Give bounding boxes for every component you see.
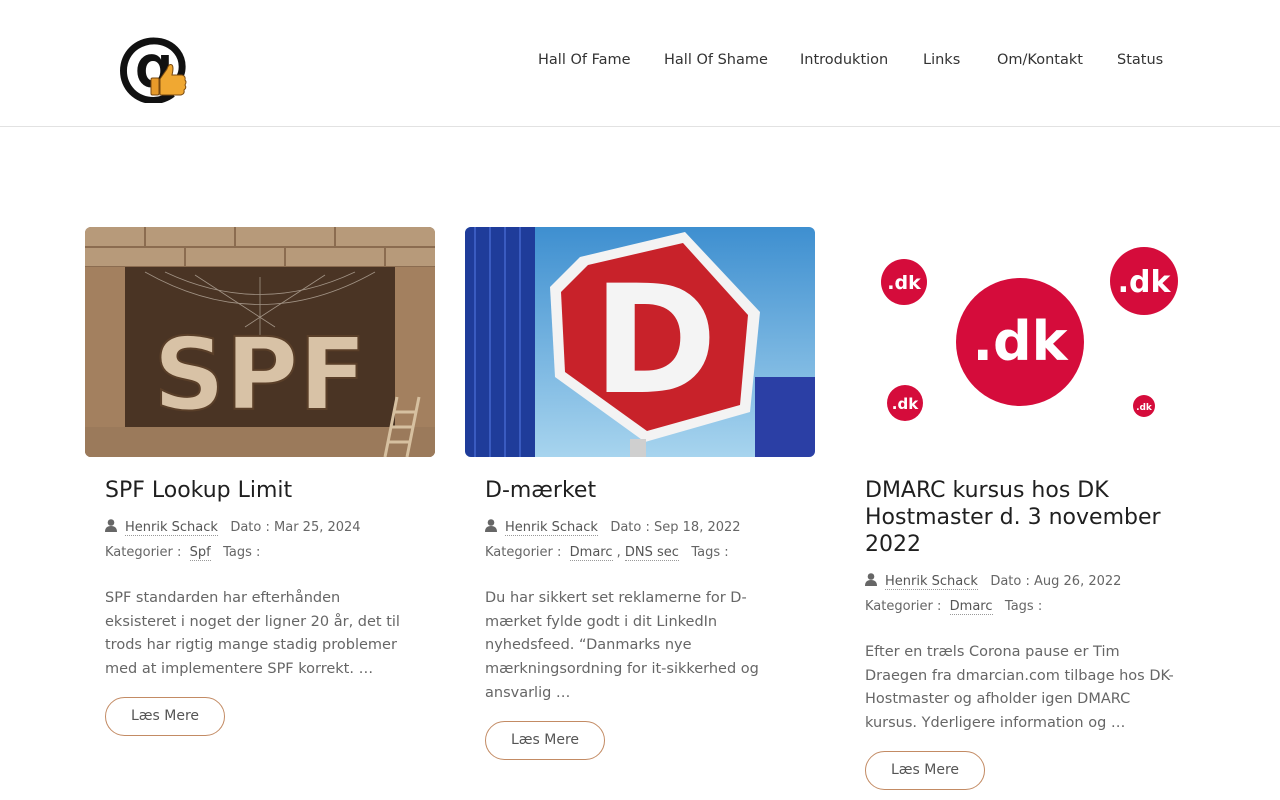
dk-logo-text: .dk: [892, 395, 919, 413]
dk-logo-text: .dk: [1136, 403, 1153, 413]
post-title[interactable]: SPF Lookup Limit: [105, 477, 415, 504]
categories-label: Kategorier :: [485, 545, 562, 560]
categories-label: Kategorier :: [105, 545, 182, 560]
read-more-button[interactable]: Læs Mere: [105, 696, 226, 736]
post-card: D D-mærket Henrik Schack Dato : Sep 18, …: [465, 227, 815, 760]
post-title[interactable]: DMARC kursus hos DK Hostmaster d. 3 nove…: [865, 477, 1175, 558]
read-more-button[interactable]: Læs Mere: [865, 750, 986, 790]
thumbnail-spf-text: SPF: [153, 316, 367, 433]
nav-links[interactable]: Links: [923, 52, 960, 68]
post-card: SPF SPF Lookup Limit Henrik Schack Dato …: [85, 227, 435, 736]
tags-label: Tags :: [691, 545, 729, 560]
nav-hall-of-shame[interactable]: Hall Of Shame: [664, 52, 768, 68]
category-link[interactable]: Dmarc: [949, 599, 993, 615]
date-label: Dato :: [230, 520, 270, 535]
post-date: Sep 18, 2022: [654, 520, 741, 535]
user-icon: [865, 571, 877, 595]
thumbnail-d-text: D: [593, 254, 718, 428]
post-title[interactable]: D-mærket: [485, 477, 795, 504]
post-excerpt: SPF standarden har efterhånden eksistere…: [105, 590, 400, 678]
post-thumbnail-dk-hostmaster[interactable]: .dk .dk .dk .dk .dk: [845, 227, 1195, 457]
categories-label: Kategorier :: [865, 599, 942, 614]
post-date: Mar 25, 2024: [274, 520, 361, 535]
date-label: Dato :: [990, 574, 1030, 589]
post-thumbnail-spf[interactable]: SPF: [85, 227, 435, 457]
date-label: Dato :: [610, 520, 650, 535]
post-excerpt: Du har sikkert set reklamerne for D-mærk…: [485, 590, 759, 701]
dk-logo-text: .dk: [1118, 265, 1172, 300]
nav-introduktion[interactable]: Introduktion: [800, 52, 888, 68]
category-link[interactable]: DNS sec: [624, 545, 679, 561]
main-nav: Hall Of Fame Hall Of Shame Introduktion …: [0, 52, 1280, 74]
user-icon: [485, 517, 497, 541]
read-more-button[interactable]: Læs Mere: [485, 720, 606, 760]
post-author-link[interactable]: Henrik Schack: [885, 574, 978, 590]
tags-label: Tags :: [223, 545, 261, 560]
nav-om-kontakt[interactable]: Om/Kontakt: [997, 52, 1083, 68]
category-link[interactable]: Dmarc: [569, 545, 613, 561]
post-excerpt: Efter en træls Corona pause er Tim Draeg…: [865, 644, 1174, 732]
category-link[interactable]: Spf: [189, 545, 211, 561]
post-meta: Henrik Schack Dato : Aug 26, 2022 Katego…: [865, 570, 1175, 619]
post-date: Aug 26, 2022: [1034, 574, 1122, 589]
post-card: .dk .dk .dk .dk .dk DMARC kursus hos DK …: [845, 227, 1195, 790]
tags-label: Tags :: [1004, 599, 1043, 614]
post-meta: Henrik Schack Dato : Mar 25, 2024 Katego…: [105, 516, 415, 565]
dk-logo-text: .dk: [887, 272, 921, 294]
site-header: @ Hall Of Fame Hall Of Shame Introduktio…: [0, 0, 1280, 127]
nav-status[interactable]: Status: [1117, 52, 1163, 68]
dk-logo-text: .dk: [972, 310, 1068, 373]
user-icon: [105, 517, 117, 541]
post-meta: Henrik Schack Dato : Sep 18, 2022 Katego…: [485, 516, 795, 565]
post-thumbnail-d-maerket[interactable]: D: [465, 227, 815, 457]
post-author-link[interactable]: Henrik Schack: [505, 520, 598, 536]
nav-hall-of-fame[interactable]: Hall Of Fame: [538, 52, 631, 68]
post-author-link[interactable]: Henrik Schack: [125, 520, 218, 536]
